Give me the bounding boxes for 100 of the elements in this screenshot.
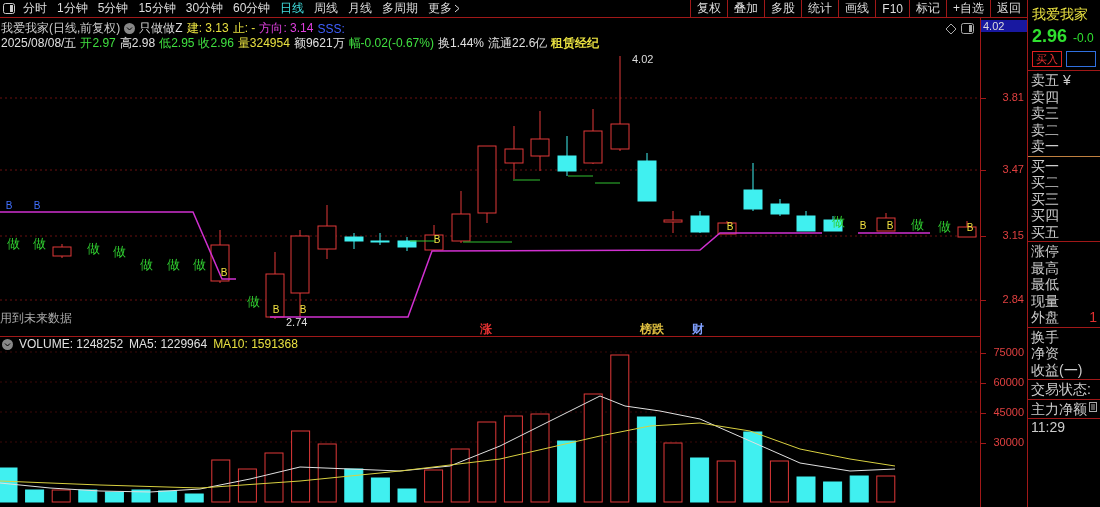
buy-mark: B [272, 304, 280, 315]
signal-mark: 做 [6, 236, 20, 251]
toolbar-button[interactable]: 叠加 [727, 0, 765, 17]
candlestick [770, 198, 790, 217]
candlestick [583, 108, 603, 165]
price-axis-label: 3.47 [1002, 163, 1024, 175]
volume-bar [796, 476, 816, 503]
toolbar-button[interactable]: 返回 [990, 0, 1027, 17]
volume-bar [344, 468, 364, 503]
candlestick [210, 229, 230, 284]
volume-bar [158, 490, 178, 503]
volume-bar [663, 442, 683, 503]
low-price-label: 2.74 [286, 316, 308, 328]
order-level-label: 买四 [1031, 207, 1059, 224]
volume-legend: MA5: 1229964 [129, 337, 208, 351]
price-change: -0.0 [1073, 31, 1094, 45]
order-level-label: 卖二 [1031, 121, 1059, 138]
main-flow-label: 主力净额 [1031, 400, 1087, 417]
volume-bar [184, 493, 204, 503]
period-tab[interactable]: 多周期 [377, 0, 424, 17]
volume-bar [823, 481, 843, 503]
period-tab[interactable]: 60分钟 [228, 0, 276, 17]
period-tab[interactable]: 月线 [343, 0, 378, 17]
chart-title: 我爱我家(日线,前复权) [1, 20, 121, 37]
candlestick [663, 210, 683, 234]
volume-bar [0, 467, 18, 503]
note-text: 用到未来数据 [0, 311, 72, 325]
trade-status-label: 交易状态: [1031, 381, 1091, 398]
chevron-down-icon[interactable] [2, 338, 13, 350]
toolbar-button[interactable]: +自选 [946, 0, 990, 17]
volume-axis-label: 75000 [993, 346, 1024, 358]
panel-toggle-icon[interactable] [961, 23, 974, 34]
order-level-label: 卖五 [1031, 72, 1059, 89]
volume-bar [211, 459, 231, 503]
volume-bar [876, 475, 896, 503]
volume-bar [450, 448, 470, 503]
volume-bar [716, 460, 736, 503]
signal-mark: 做 [166, 257, 180, 272]
volume-bar [264, 452, 284, 503]
panel-toggle-icon[interactable] [0, 0, 18, 17]
quote-field: 租赁经纪 [551, 35, 600, 52]
period-tab[interactable]: 1分钟 [52, 0, 93, 17]
order-level-label: 买一 [1031, 157, 1059, 174]
candlestick [690, 210, 710, 234]
order-level-label: 买三 [1031, 190, 1059, 207]
volume-bar [849, 475, 869, 503]
event-marker: 涨 [480, 322, 492, 336]
volume-bar [370, 477, 390, 503]
volume-bar [397, 488, 417, 503]
chevron-down-icon[interactable] [124, 23, 136, 34]
toolbar-button[interactable]: 多股 [764, 0, 802, 17]
toolbar-button[interactable]: 统计 [801, 0, 839, 17]
candlestick [52, 243, 72, 259]
sell-button[interactable] [1066, 51, 1096, 67]
event-marker: 财 [692, 322, 704, 336]
order-level-label: 卖四 [1031, 88, 1059, 105]
price-axis-label: 3.15 [1002, 229, 1024, 241]
current-price-label: 4.02 [981, 20, 1027, 32]
signal-mark: 做 [192, 257, 206, 272]
period-tab[interactable]: 更多 [423, 0, 466, 17]
high-price-label: 4.02 [632, 53, 654, 65]
candlestick [504, 125, 524, 180]
period-tab[interactable]: 15分钟 [133, 0, 181, 17]
toolbar-button[interactable]: 标记 [909, 0, 946, 17]
indicator-param: SSS: [317, 21, 345, 36]
indicator-param: 建: 3.13 [186, 20, 229, 37]
diamond-icon[interactable] [945, 22, 957, 35]
toolbar-button[interactable]: 画线 [838, 0, 876, 17]
candlestick [557, 135, 577, 177]
quote-field: 量324954 [237, 35, 290, 52]
indicator-param: 方向: 3.14 [259, 20, 314, 37]
period-tab[interactable]: 30分钟 [180, 0, 229, 17]
order-level-label: 卖一 [1031, 138, 1059, 155]
event-marker: 榜跌 [640, 322, 664, 336]
stat-label: 收益(一) [1031, 361, 1083, 378]
toolbar-button[interactable]: F10 [875, 0, 909, 17]
quote-field: 幅-0.02(-0.67%) [348, 35, 434, 52]
order-level-label: 买五 [1031, 223, 1059, 240]
buy-mark: B [433, 234, 441, 245]
buy-button[interactable]: 买入 [1032, 51, 1062, 67]
stat-label: 净资 [1031, 345, 1059, 362]
signal-mark: 做 [910, 217, 924, 232]
period-tab[interactable]: 周线 [309, 0, 344, 17]
period-tab[interactable]: 分时 [18, 0, 52, 17]
volume-bar [317, 443, 337, 503]
quote-field: 2025/08/08/五 [1, 35, 77, 52]
toolbar-button[interactable]: 复权 [690, 0, 728, 17]
menu-icon[interactable] [1089, 400, 1097, 413]
volume-axis-label: 60000 [993, 376, 1024, 388]
candlestick [796, 210, 816, 232]
buy-mark: B [886, 220, 894, 231]
stat-label: 换手 [1031, 328, 1059, 345]
candlestick [370, 232, 390, 246]
candlestick [265, 251, 285, 320]
period-tab[interactable]: 5分钟 [92, 0, 134, 17]
candlestick [397, 236, 417, 252]
volume-bar [743, 431, 763, 503]
period-tab[interactable]: 日线 [275, 0, 310, 17]
candlestick [876, 212, 896, 232]
quote-field: 低2.95 [159, 35, 195, 52]
